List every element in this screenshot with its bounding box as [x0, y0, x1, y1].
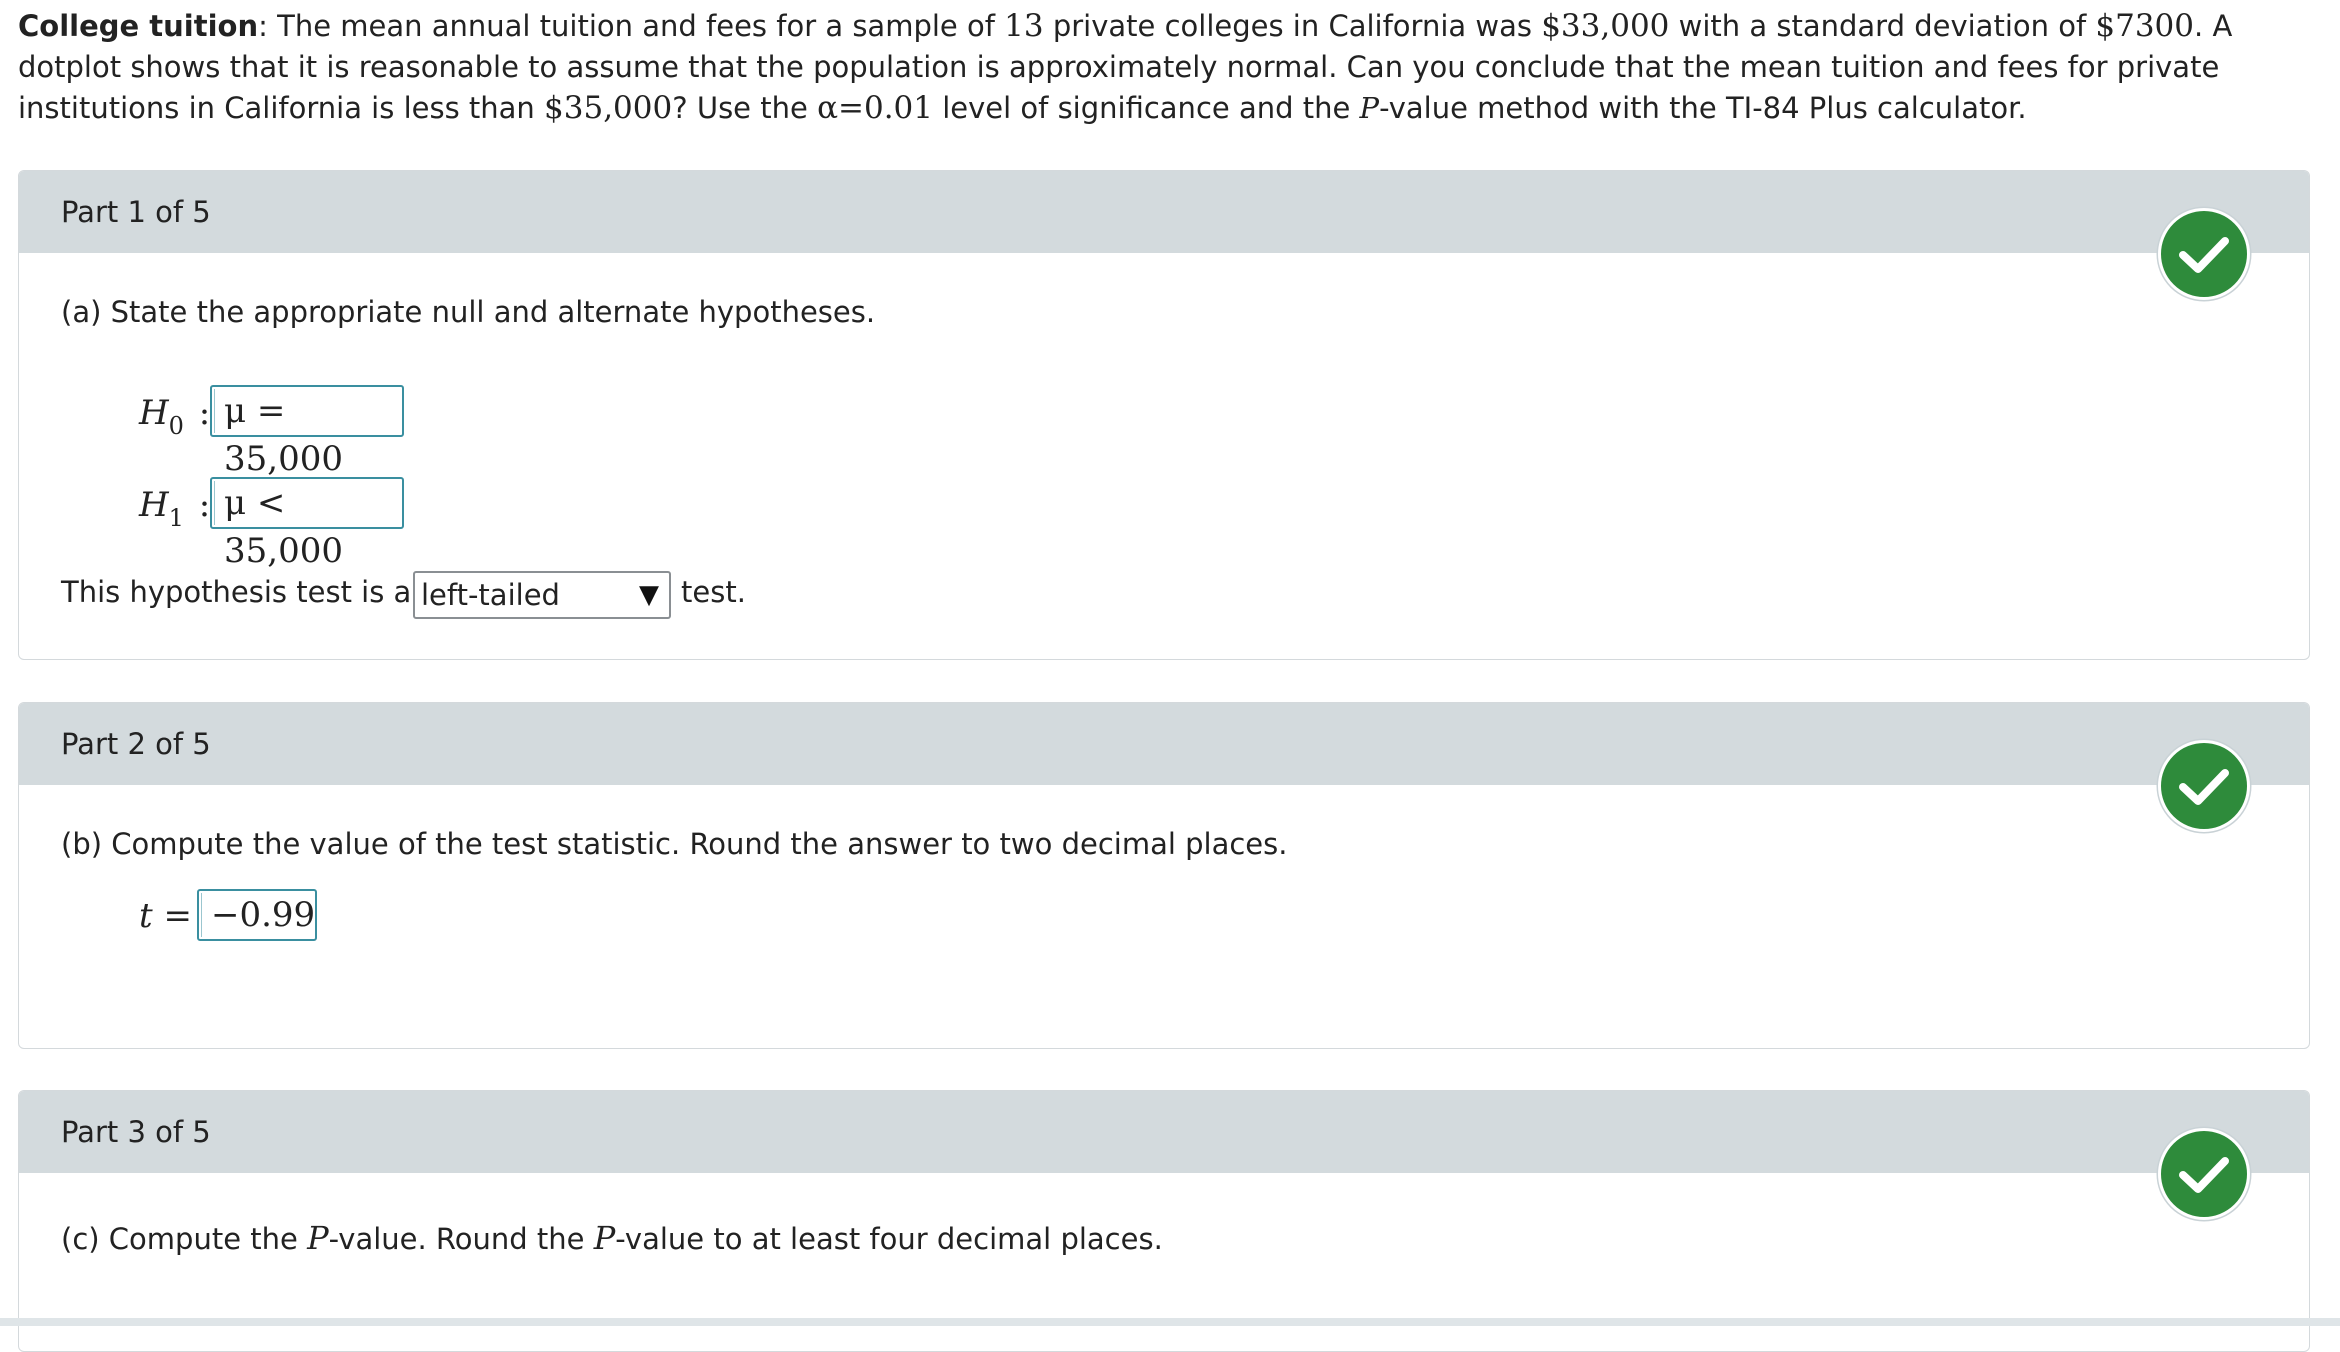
test-type-select[interactable]: left-tailed ▼: [413, 571, 671, 619]
part-3-prompt-text: -value to at least four decimal places.: [615, 1222, 1163, 1256]
problem-text: with a standard deviation of: [1669, 9, 2096, 43]
h1-symbol: H: [139, 485, 169, 525]
h0-label: H0 :: [139, 393, 210, 440]
problem-text: : The mean annual tuition and fees for a…: [258, 9, 1005, 43]
problem-title: College tuition: [18, 9, 259, 43]
part-2-title: Part 2 of 5: [61, 727, 211, 761]
p-symbol: P: [307, 1219, 329, 1257]
part-3-card: Part 3 of 5 (c) Compute the P-value. Rou…: [18, 1090, 2310, 1352]
h1-label: H1 :: [139, 485, 210, 532]
claimed-mean: $35,000: [544, 90, 673, 126]
problem-text: level of significance and the: [933, 91, 1360, 125]
part-3-header[interactable]: Part 3 of 5: [19, 1091, 2309, 1173]
part-2-prompt: (b) Compute the value of the test statis…: [61, 827, 1288, 861]
sample-size: 13: [1004, 8, 1044, 44]
t-answer-field[interactable]: −0.99: [197, 889, 317, 941]
part-2-checkmark-icon: [2158, 740, 2250, 832]
problem-statement: College tuition: The mean annual tuition…: [18, 6, 2318, 129]
part-1-checkmark-icon: [2158, 208, 2250, 300]
h1-colon: :: [198, 485, 211, 525]
sample-sd: $7300: [2095, 8, 2195, 44]
bottom-scroll-edge: [0, 1318, 2340, 1326]
p-symbol: P: [593, 1219, 616, 1257]
h1-subscript: 1: [168, 504, 184, 532]
p-symbol: P: [1359, 91, 1380, 125]
alpha-value: α=0.01: [817, 90, 933, 126]
part-1-card: Part 1 of 5 (a) State the appropriate nu…: [18, 170, 2310, 660]
part-1-header[interactable]: Part 1 of 5: [19, 171, 2309, 253]
triangle-down-icon: ▼: [639, 580, 659, 610]
part-2-header[interactable]: Part 2 of 5: [19, 703, 2309, 785]
part-3-prompt-text: (c) Compute the: [61, 1222, 308, 1256]
part-2-card: Part 2 of 5 (b) Compute the value of the…: [18, 702, 2310, 1049]
part-3-prompt-text: -value. Round the: [328, 1222, 594, 1256]
h0-subscript: 0: [168, 412, 184, 440]
t-label: t =: [139, 896, 192, 936]
h0-answer-field[interactable]: μ = 35,000: [210, 385, 404, 479]
h0-symbol: H: [139, 393, 169, 433]
part-3-title: Part 3 of 5: [61, 1115, 211, 1149]
test-type-suffix: test.: [681, 575, 746, 609]
h0-colon: :: [198, 393, 211, 433]
part-1-prompt: (a) State the appropriate null and alter…: [61, 295, 876, 329]
test-type-text: This hypothesis test is a: [61, 575, 412, 609]
problem-text: -value method with the TI-84 Plus calcul…: [1379, 91, 2027, 125]
problem-text: private colleges in California was: [1043, 9, 1542, 43]
h1-answer-field[interactable]: μ < 35,000: [210, 477, 404, 571]
sample-mean: $33,000: [1541, 8, 1670, 44]
part-3-checkmark-icon: [2158, 1128, 2250, 1220]
test-type-value: left-tailed: [421, 578, 560, 612]
t-symbol: t =: [139, 896, 192, 936]
part-1-title: Part 1 of 5: [61, 195, 211, 229]
part-3-prompt: (c) Compute the P-value. Round the P-val…: [61, 1219, 1163, 1257]
problem-text: ? Use the: [672, 91, 818, 125]
